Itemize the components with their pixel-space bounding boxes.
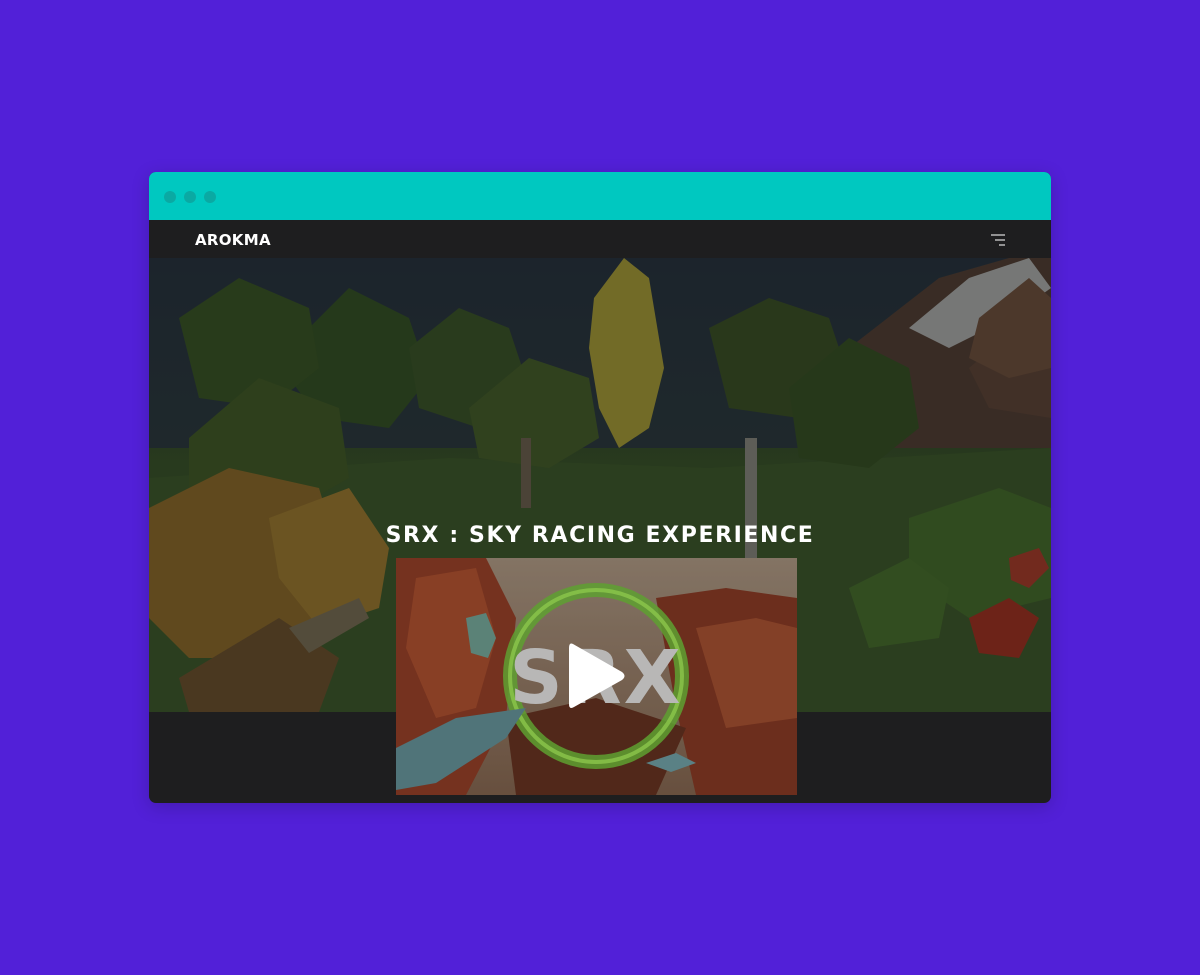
play-icon[interactable] [567,640,627,712]
window-maximize-dot[interactable] [204,191,216,203]
brand-logo[interactable]: AROKMA [195,231,271,249]
window-minimize-dot[interactable] [184,191,196,203]
window-close-dot[interactable] [164,191,176,203]
hero-title: SRX : SKY RACING EXPERIENCE [385,523,815,548]
video-thumbnail[interactable]: SRX [396,558,797,795]
site-navbar: AROKMA [149,220,1051,258]
hamburger-menu-icon[interactable] [989,232,1011,248]
browser-window: AROKMA SRX: SKY RACING EXPERIENCE [149,172,1051,803]
browser-titlebar [149,172,1051,220]
